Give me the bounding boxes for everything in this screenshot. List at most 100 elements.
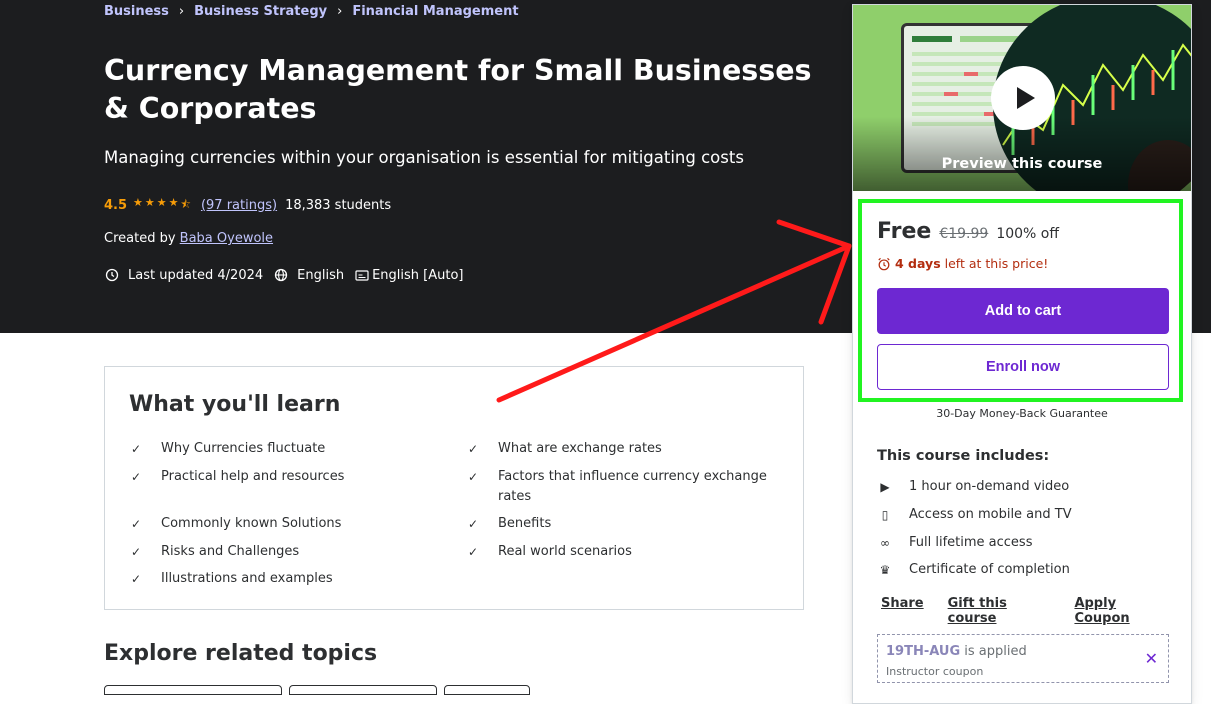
- price-countdown: 4 days left at this price!: [877, 256, 1048, 271]
- star-icon: ★: [156, 196, 167, 209]
- globe-icon: [274, 268, 288, 282]
- learn-item: ✓ Why Currencies fluctuate: [131, 439, 441, 459]
- learn-item: ✓ Risks and Challenges: [131, 542, 441, 562]
- learn-item-text: Factors that influence currency exchange…: [498, 469, 767, 504]
- infinity-icon: ∞: [880, 535, 890, 550]
- half-star-icon: ⯪: [180, 198, 191, 211]
- learn-item-text: Risks and Challenges: [161, 544, 300, 559]
- learn-item-text: Real world scenarios: [498, 544, 632, 559]
- add-to-cart-button[interactable]: Add to cart: [877, 288, 1169, 334]
- check-icon: ✓: [131, 572, 142, 586]
- last-updated: Last updated 4/2024: [104, 267, 263, 283]
- include-text: Full lifetime access: [909, 535, 1033, 550]
- language-text: English: [297, 267, 345, 283]
- topic-pill[interactable]: [444, 685, 530, 695]
- learn-item-text: Why Currencies fluctuate: [161, 441, 326, 456]
- trophy-icon: ♛: [879, 562, 891, 577]
- chevron-right-icon: ›: [178, 4, 185, 19]
- course-subtitle: Managing currencies within your organisa…: [104, 148, 744, 167]
- learn-item: ✓ Illustrations and examples: [131, 569, 441, 589]
- gift-course-link[interactable]: Gift this course: [948, 596, 1051, 626]
- check-icon: ✓: [131, 545, 142, 559]
- alert-clock-icon: [105, 268, 119, 282]
- explore-related-topics-title: Explore related topics: [104, 641, 378, 666]
- include-text: Certificate of completion: [909, 562, 1070, 577]
- play-icon[interactable]: [991, 66, 1055, 130]
- topic-pill[interactable]: [104, 685, 282, 695]
- check-icon: ✓: [131, 470, 142, 484]
- created-by-label: Created by: [104, 231, 176, 246]
- include-item: ▶ 1 hour on-demand video: [877, 479, 1069, 494]
- learn-item-text: Commonly known Solutions: [161, 516, 342, 531]
- countdown-text: left at this price!: [944, 256, 1049, 271]
- captions-icon: [355, 270, 369, 281]
- students-count: 18,383 students: [285, 198, 392, 213]
- price-row: Free €19.99 100% off: [877, 219, 1059, 244]
- learn-item-text: Illustrations and examples: [161, 571, 333, 586]
- coupon-applied-text: is applied: [964, 644, 1027, 659]
- star-icon: ★: [168, 196, 179, 209]
- include-text: Access on mobile and TV: [909, 507, 1072, 522]
- course-meta: Last updated 4/2024 English English [Aut…: [104, 267, 474, 283]
- check-icon: ✓: [468, 442, 479, 456]
- course-title: Currency Management for Small Businesses…: [104, 54, 812, 125]
- apply-coupon-link[interactable]: Apply Coupon: [1074, 596, 1167, 626]
- learn-item: ✓ Real world scenarios: [468, 542, 778, 562]
- learn-item-text: What are exchange rates: [498, 441, 662, 456]
- mobile-icon: ▯: [881, 507, 889, 522]
- include-text: 1 hour on-demand video: [909, 479, 1070, 494]
- learn-item: ✓ Commonly known Solutions: [131, 514, 441, 534]
- rating-row: 4.5 ★ ★ ★ ★ ⯪ (97 ratings) 18,383 studen…: [104, 196, 391, 215]
- discount-percent: 100% off: [996, 226, 1059, 242]
- coupon-code-line: 19TH-AUG is applied: [886, 644, 1027, 659]
- learn-item: ✓ What are exchange rates: [468, 439, 778, 459]
- coupon-code: 19TH-AUG: [886, 644, 961, 659]
- breadcrumb: Business › Business Strategy › Financial…: [104, 4, 519, 19]
- preview-caption: Preview this course: [941, 156, 1103, 172]
- enroll-now-button[interactable]: Enroll now: [877, 344, 1169, 390]
- star-icon: ★: [133, 196, 143, 209]
- include-item: ♛ Certificate of completion: [877, 562, 1070, 577]
- breadcrumb-financial-management[interactable]: Financial Management: [352, 4, 518, 19]
- check-icon: ✓: [131, 517, 142, 531]
- video-icon: ▶: [880, 479, 890, 494]
- learn-item: ✓ Practical help and resources: [131, 467, 441, 487]
- learn-item-text: Benefits: [498, 516, 552, 531]
- purchase-sidebar: Preview this course Free €19.99 100% off…: [852, 4, 1192, 704]
- ratings-count-link[interactable]: (97 ratings): [201, 198, 277, 213]
- breadcrumb-business-strategy[interactable]: Business Strategy: [194, 4, 327, 19]
- what-you-will-learn: What you'll learn ✓ Why Currencies fluctu…: [104, 366, 804, 610]
- money-back-guarantee: 30-Day Money-Back Guarantee: [936, 407, 1108, 420]
- breadcrumb-business[interactable]: Business: [104, 4, 169, 19]
- includes-title: This course includes:: [877, 448, 1050, 464]
- topic-pill[interactable]: [289, 685, 437, 695]
- learn-item-text: Practical help and resources: [161, 469, 345, 484]
- star-rating: ★ ★ ★ ★ ⯪: [133, 196, 193, 215]
- close-icon[interactable]: ✕: [1145, 649, 1158, 668]
- original-price: €19.99: [939, 226, 989, 242]
- check-icon: ✓: [131, 442, 142, 456]
- learn-title: What you'll learn: [129, 392, 341, 417]
- include-item: ▯ Access on mobile and TV: [877, 507, 1072, 522]
- captions-text: English [Auto]: [372, 267, 464, 283]
- learn-item: ✓ Factors that influence currency exchang…: [468, 467, 778, 507]
- check-icon: ✓: [468, 545, 479, 559]
- applied-coupon: 19TH-AUG is applied Instructor coupon ✕: [877, 634, 1169, 683]
- sidebar-links: Share Gift this course Apply Coupon: [881, 596, 1191, 626]
- course-language: English: [273, 267, 344, 283]
- include-item: ∞ Full lifetime access: [877, 535, 1032, 550]
- star-icon: ★: [144, 196, 155, 209]
- check-icon: ✓: [468, 470, 479, 484]
- learn-item: ✓ Benefits: [468, 514, 778, 534]
- rating-value: 4.5: [104, 198, 128, 213]
- share-link[interactable]: Share: [881, 596, 924, 626]
- course-preview[interactable]: Preview this course: [853, 5, 1191, 191]
- instructor-link[interactable]: Baba Oyewole: [180, 231, 273, 246]
- countdown-days: 4 days: [895, 256, 941, 271]
- chevron-right-icon: ›: [337, 4, 343, 19]
- alarm-clock-icon: [878, 257, 890, 270]
- course-captions: English [Auto]: [354, 267, 464, 283]
- coupon-type: Instructor coupon: [886, 665, 984, 678]
- created-by: Created by Baba Oyewole: [104, 231, 273, 246]
- check-icon: ✓: [468, 517, 479, 531]
